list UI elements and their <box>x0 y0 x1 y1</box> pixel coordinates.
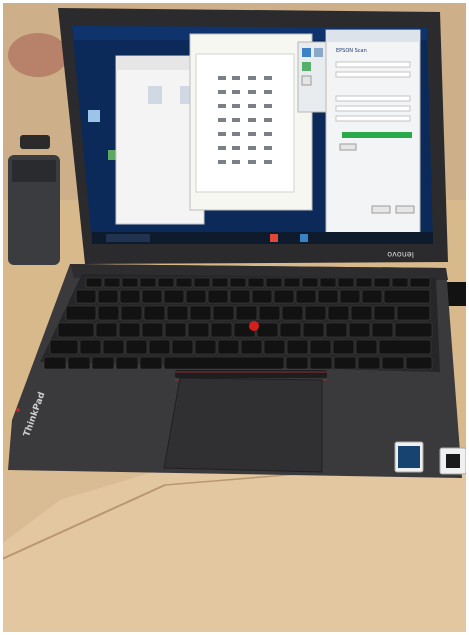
trackpoint-buttons[interactable] <box>175 370 327 378</box>
lid-brand: lenovo <box>387 250 414 259</box>
touchpad[interactable] <box>163 377 323 473</box>
scan-app-title: EPSON Scan <box>336 48 367 54</box>
desktop-icon <box>88 110 100 122</box>
trackpoint[interactable] <box>249 321 259 331</box>
scan-button[interactable] <box>371 205 391 214</box>
photo: EPSON Scan lenovo ThinkPad <box>0 0 469 635</box>
close-button[interactable] <box>395 205 415 214</box>
taskbar-app-chrome[interactable] <box>270 234 278 242</box>
taskbar-app-epson[interactable] <box>300 234 308 242</box>
scan-dialog-button[interactable] <box>339 143 357 151</box>
scan-progress-bar <box>342 132 412 138</box>
decor-object <box>8 33 68 77</box>
taskbar-search[interactable] <box>106 234 150 242</box>
